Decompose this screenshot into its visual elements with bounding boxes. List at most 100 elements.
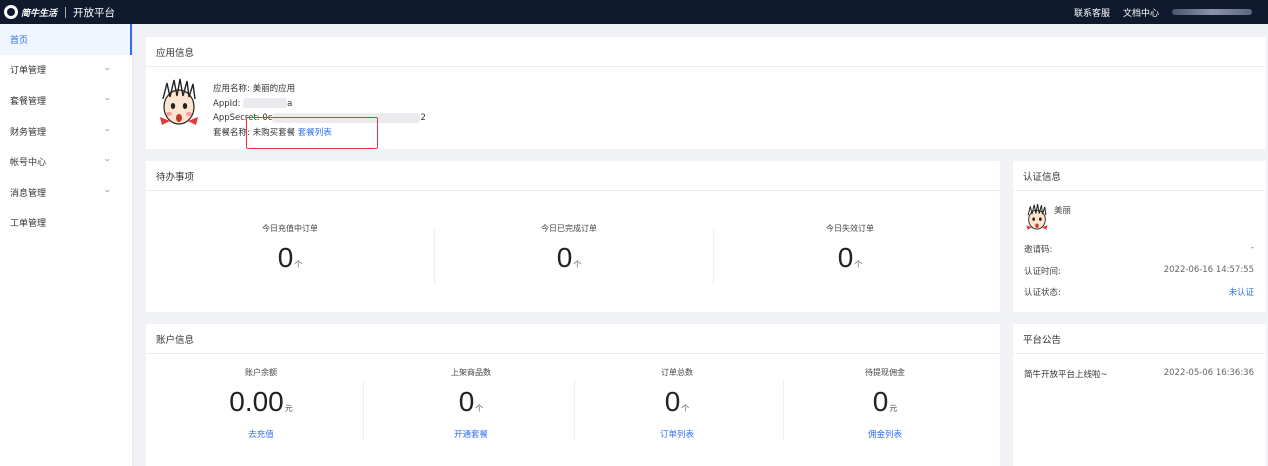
account-stat-balance: 账户余额 0.00元 去充值 xyxy=(161,367,361,440)
platform-title: 开放平台 xyxy=(73,6,116,19)
notice-item[interactable]: 简牛开放平台上线啦~ 2022-05-06 16:36:36 xyxy=(1024,368,1254,380)
stat-unit: 个 xyxy=(294,260,303,269)
stat-unit: 元 xyxy=(284,404,293,413)
notice-date: 2022-05-06 16:36:36 xyxy=(1163,368,1254,378)
app-info-card: 应用信息 应用名称: 美丽的应用 AppId: a AppSecret: 0c 2… xyxy=(146,37,1266,149)
highlight-box xyxy=(246,117,378,149)
sidebar-item-orders[interactable]: 订单管理 ⌄ xyxy=(0,55,132,86)
app-name-value: 美丽的应用 xyxy=(252,84,296,94)
chevron-down-icon: ⌄ xyxy=(102,93,112,103)
account-stat-products: 上架商品数 0个 开通套餐 xyxy=(371,367,571,440)
sidebar-item-label: 帐号中心 xyxy=(10,158,47,169)
stat-unit: 个 xyxy=(854,260,863,269)
app-name-label: 应用名称: xyxy=(213,84,250,94)
cert-time-value: 2022-06-16 14:57:55 xyxy=(1163,265,1254,275)
contact-support-link[interactable]: 联系客服 xyxy=(1074,6,1110,19)
sidebar-item-label: 财务管理 xyxy=(10,127,47,138)
notice-text: 简牛开放平台上线啦~ xyxy=(1024,370,1108,380)
commission-list-link[interactable]: 佣金列表 xyxy=(785,428,985,440)
cert-time-row: 认证时间: 2022-06-16 14:57:55 xyxy=(1024,265,1254,277)
top-right-nav: 联系客服 文档中心 xyxy=(1074,0,1268,24)
sidebar-item-label: 工单管理 xyxy=(10,219,47,230)
chevron-down-icon: ⌄ xyxy=(102,184,112,194)
chevron-down-icon: ⌄ xyxy=(102,62,112,72)
card-title: 认证信息 xyxy=(1013,161,1266,191)
divider xyxy=(363,380,364,440)
user-account-menu[interactable] xyxy=(1172,9,1252,15)
divider xyxy=(434,229,435,285)
card-title: 应用信息 xyxy=(146,37,1266,67)
chevron-down-icon: ⌄ xyxy=(102,154,112,164)
divider xyxy=(574,380,575,440)
account-card: 账户信息 账户余额 0.00元 去充值 上架商品数 0个 开通套餐 订单总数 0… xyxy=(146,324,1000,466)
stat-value: 0 xyxy=(458,386,475,417)
invite-code-row: 邀请码: - xyxy=(1024,243,1254,255)
divider xyxy=(713,229,714,285)
open-package-link[interactable]: 开通套餐 xyxy=(371,428,571,440)
sidebar-item-label: 套餐管理 xyxy=(10,96,47,107)
stat-unit: 个 xyxy=(681,404,690,413)
sidebar-item-finance[interactable]: 财务管理 ⌄ xyxy=(0,116,132,147)
stat-unit: 元 xyxy=(889,404,898,413)
cert-status-row: 认证状态: 未认证 xyxy=(1024,286,1254,298)
notice-card: 平台公告 简牛开放平台上线啦~ 2022-05-06 16:36:36 xyxy=(1013,324,1266,466)
sidebar-item-label: 首页 xyxy=(10,35,29,46)
stat-value: 0.00 xyxy=(229,386,284,417)
sidebar-item-label: 消息管理 xyxy=(10,188,47,199)
chevron-down-icon: ⌄ xyxy=(102,123,112,133)
todo-stat-completed: 今日已完成订单 0个 xyxy=(469,223,669,274)
top-bar: 简牛生活 开放平台 联系客服 文档中心 xyxy=(0,0,1268,24)
invite-code-label: 邀请码: xyxy=(1024,245,1053,255)
card-title: 待办事项 xyxy=(146,161,1000,191)
docs-center-link[interactable]: 文档中心 xyxy=(1123,6,1159,19)
user-avatar xyxy=(1024,203,1050,233)
sidebar-item-home[interactable]: 首页 xyxy=(0,24,132,55)
stat-label: 订单总数 xyxy=(661,368,693,377)
package-label: 套餐名称: xyxy=(213,127,250,138)
card-title: 平台公告 xyxy=(1013,324,1266,354)
sidebar-item-messages[interactable]: 消息管理 ⌄ xyxy=(0,177,132,208)
order-list-link[interactable]: 订单列表 xyxy=(577,428,777,440)
stat-value: 0 xyxy=(664,386,681,417)
stat-unit: 个 xyxy=(573,260,582,269)
recharge-link[interactable]: 去充值 xyxy=(161,428,361,440)
stat-value: 0 xyxy=(277,242,294,273)
brand-divider xyxy=(65,6,67,18)
sidebar-item-account-center[interactable]: 帐号中心 ⌄ xyxy=(0,146,132,177)
cert-status-label: 认证状态: xyxy=(1024,288,1061,298)
brand[interactable]: 简牛生活 开放平台 xyxy=(0,0,115,24)
appid-masked-value xyxy=(243,98,288,108)
stat-value: 0 xyxy=(872,386,889,417)
stat-label: 今日已完成订单 xyxy=(541,224,597,233)
card-title: 账户信息 xyxy=(146,324,1000,354)
account-stat-orders: 订单总数 0个 订单列表 xyxy=(577,367,777,440)
todo-stat-expired: 今日失效订单 0个 xyxy=(750,223,950,274)
logo-text: 简牛生活 xyxy=(21,8,58,19)
app-avatar xyxy=(156,77,202,131)
todo-card: 待办事项 今日充值中订单 0个 今日已完成订单 0个 今日失效订单 0个 xyxy=(146,161,1000,312)
sidebar-item-label: 订单管理 xyxy=(10,66,47,77)
stat-label: 上架商品数 xyxy=(451,368,491,377)
sidebar-item-tickets[interactable]: 工单管理 xyxy=(0,208,132,239)
user-name: 美丽 xyxy=(1054,206,1072,216)
stat-label: 今日充值中订单 xyxy=(262,224,318,233)
stat-label: 今日失效订单 xyxy=(826,224,874,233)
logo-icon xyxy=(4,5,18,19)
sidebar-item-packages[interactable]: 套餐管理 ⌄ xyxy=(0,85,132,116)
cert-status-value[interactable]: 未认证 xyxy=(1228,286,1254,298)
cert-card: 认证信息 美丽 邀请码: - 认证时间: 2022-06-16 14:57:55… xyxy=(1013,161,1266,312)
stat-label: 待提现佣金 xyxy=(865,368,905,377)
stat-label: 账户余额 xyxy=(245,368,277,377)
account-stat-commission: 待提现佣金 0元 佣金列表 xyxy=(785,367,985,440)
todo-stat-recharging: 今日充值中订单 0个 xyxy=(190,223,390,274)
appsecret-tail: 2 xyxy=(420,113,426,123)
sidebar: 首页 订单管理 ⌄ 套餐管理 ⌄ 财务管理 ⌄ 帐号中心 ⌄ 消息管理 ⌄ 工单… xyxy=(0,24,133,466)
stat-value: 0 xyxy=(556,242,573,273)
stat-unit: 个 xyxy=(475,404,484,413)
appid-tail: a xyxy=(287,98,293,109)
appid-label: AppId: xyxy=(213,98,241,109)
invite-code-value: - xyxy=(1250,243,1254,253)
cert-time-label: 认证时间: xyxy=(1024,267,1061,277)
divider xyxy=(783,380,784,440)
stat-value: 0 xyxy=(837,242,854,273)
